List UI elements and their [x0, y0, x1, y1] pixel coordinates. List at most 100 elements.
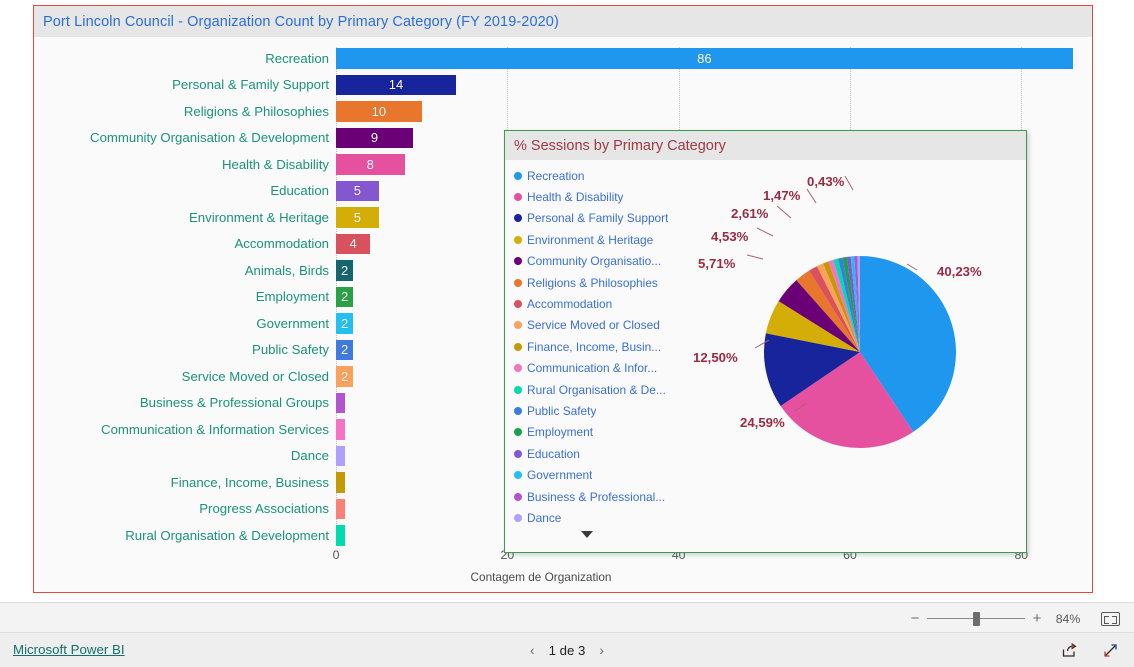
zoom-level-label: 84%: [1055, 611, 1081, 626]
bar-segment[interactable]: [336, 498, 345, 519]
bar-segment[interactable]: 14: [336, 74, 456, 95]
legend-item[interactable]: Personal & Family Support: [514, 208, 684, 229]
pie-visual-body: Recreation Health & Disability Personal & …: [505, 160, 1026, 552]
x-axis-tick-label: 0: [332, 548, 340, 562]
legend-color-dot: [514, 278, 522, 287]
zoom-in-button[interactable]: +: [1029, 611, 1045, 626]
legend-item-label: Communication & Infor...: [527, 361, 658, 376]
bar-segment[interactable]: 5: [336, 207, 379, 228]
bar-category-label: Accommodation: [234, 236, 329, 252]
bar-segment[interactable]: 10: [336, 101, 422, 122]
x-axis-title-text: Contagem de Organization: [470, 570, 612, 584]
legend-item[interactable]: Employment: [514, 422, 684, 443]
bar-segment[interactable]: [336, 472, 345, 493]
legend-color-dot: [514, 171, 522, 180]
bar-visual-header: Port Lincoln Council - Organization Coun…: [34, 6, 1092, 37]
bar-segment[interactable]: [336, 525, 345, 546]
bar-value-label: 9: [370, 130, 379, 146]
bar-segment[interactable]: 2: [336, 339, 354, 360]
footer-action-icons: [1061, 633, 1119, 667]
pie-percentage-label: 5,71%: [698, 256, 736, 271]
previous-page-button[interactable]: ‹: [530, 642, 535, 658]
bar-category-label: Environment & Heritage: [188, 209, 329, 225]
legend-color-dot: [514, 235, 522, 244]
bar-segment[interactable]: 2: [336, 366, 354, 387]
legend-color-dot: [514, 513, 522, 522]
bar-category-label: Government: [256, 315, 329, 331]
bar-row[interactable]: Recreation 86: [34, 45, 1092, 72]
legend-item[interactable]: Community Organisatio...: [514, 251, 684, 272]
bar-category-label: Religions & Philosophies: [183, 103, 329, 119]
legend-item-label: Personal & Family Support: [527, 211, 669, 226]
legend-item[interactable]: Health & Disability: [514, 186, 684, 207]
bar-category-label: Health & Disability: [221, 156, 329, 172]
legend-item[interactable]: Government: [514, 464, 684, 485]
zoom-slider[interactable]: [927, 611, 1025, 627]
bar-value-label: 2: [340, 262, 349, 278]
bar-segment[interactable]: [336, 445, 345, 466]
legend-color-dot: [514, 406, 522, 415]
legend-item[interactable]: Service Moved or Closed: [514, 315, 684, 336]
bar-value-label: 5: [353, 183, 362, 199]
pie-percentage-label: 4,53%: [711, 229, 749, 244]
fullscreen-icon[interactable]: [1102, 642, 1119, 659]
bar-category-label: Community Organisation & Development: [90, 130, 329, 146]
bar-segment[interactable]: 2: [336, 286, 354, 307]
zoom-out-button[interactable]: −: [907, 611, 923, 626]
pie-percentage-label: 24,59%: [740, 415, 785, 430]
pie-leader-line: [806, 188, 817, 204]
bar-segment[interactable]: 9: [336, 127, 414, 148]
chevron-down-icon[interactable]: [581, 531, 593, 538]
page-navigation: ‹ 1 de 3 ›: [530, 633, 604, 667]
legend-item[interactable]: Business & Professional...: [514, 486, 684, 507]
legend-item[interactable]: Religions & Philosophies: [514, 272, 684, 293]
share-icon[interactable]: [1061, 642, 1078, 659]
pie-percentage-label: 2,61%: [731, 206, 769, 221]
bar-category-label: Employment: [255, 289, 329, 305]
powerbi-brand-link[interactable]: Microsoft Power BI: [13, 642, 125, 657]
pie-chart-area: 40,23% 24,59% 12,50% 5,71% 4,53% 2,61% 1,47% 0,…: [685, 160, 1026, 552]
zoom-controls: − + 84%: [907, 603, 1120, 634]
fit-to-page-icon[interactable]: [1101, 611, 1120, 626]
legend-item[interactable]: Environment & Heritage: [514, 229, 684, 250]
legend-item[interactable]: Communication & Infor...: [514, 358, 684, 379]
bar-category-label: Public Safety: [252, 342, 329, 358]
bar-segment[interactable]: [336, 392, 345, 413]
legend-item[interactable]: Recreation: [514, 165, 684, 186]
bar-row[interactable]: Religions & Philosophies 10: [34, 98, 1092, 125]
legend-item-label: Service Moved or Closed: [527, 318, 660, 333]
bar-row[interactable]: Personal & Family Support 14: [34, 72, 1092, 99]
legend-item[interactable]: Education: [514, 443, 684, 464]
legend-item[interactable]: Public Safety: [514, 400, 684, 421]
legend-color-dot: [514, 471, 522, 480]
legend-color-dot: [514, 342, 522, 351]
legend-item[interactable]: Finance, Income, Busin...: [514, 336, 684, 357]
pie-percentage-label: 0,43%: [807, 174, 845, 189]
next-page-button[interactable]: ›: [599, 642, 604, 658]
bar-value-label: 2: [340, 315, 349, 331]
legend-item-label: Employment: [527, 425, 594, 440]
legend-color-dot: [514, 193, 522, 202]
bar-segment[interactable]: 4: [336, 233, 371, 254]
bar-segment[interactable]: 8: [336, 154, 405, 175]
powerbi-report-viewer: Port Lincoln Council - Organization Coun…: [0, 0, 1134, 667]
legend-item-label: Education: [527, 446, 580, 461]
bar-visual-title: Port Lincoln Council - Organization Coun…: [43, 13, 559, 30]
bar-segment[interactable]: 86: [336, 48, 1073, 69]
pie-percentage-label: 1,47%: [763, 188, 801, 203]
bar-segment[interactable]: 2: [336, 313, 354, 334]
legend-item-label: Religions & Philosophies: [527, 275, 658, 290]
legend-item-label: Finance, Income, Busin...: [527, 339, 662, 354]
bar-category-label: Business & Professional Groups: [139, 395, 329, 411]
legend-item[interactable]: Dance: [514, 507, 684, 528]
legend-item[interactable]: Rural Organisation & De...: [514, 379, 684, 400]
bar-value-label: 2: [340, 289, 349, 305]
bar-segment[interactable]: [336, 419, 345, 440]
bar-value-label: 4: [349, 236, 357, 252]
legend-item[interactable]: Accommodation: [514, 293, 684, 314]
bar-segment[interactable]: 2: [336, 260, 354, 281]
bar-value-label: 5: [353, 209, 362, 225]
zoom-slider-thumb[interactable]: [973, 611, 980, 626]
bar-segment[interactable]: 5: [336, 180, 379, 201]
bar-category-label: Recreation: [265, 50, 329, 66]
